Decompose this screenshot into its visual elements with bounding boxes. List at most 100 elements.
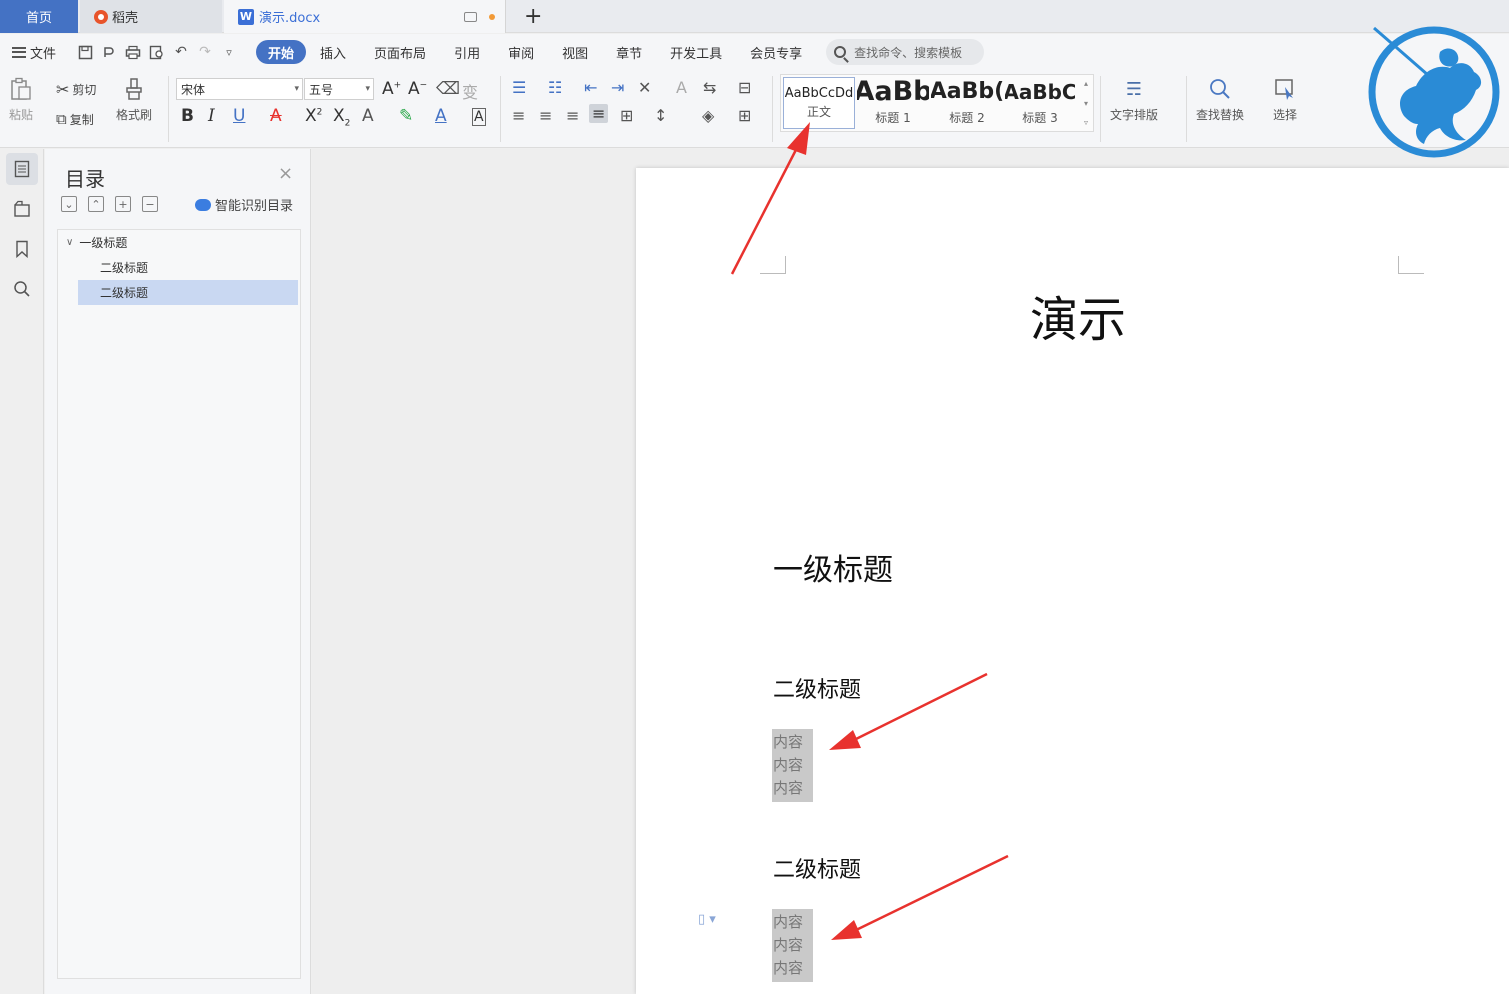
tab-daoke[interactable]: 稻壳 <box>80 0 222 33</box>
superscript-icon[interactable]: X2 <box>305 106 322 126</box>
content-block-highlighted[interactable]: 内容 内容 内容 <box>772 729 813 802</box>
subscript-icon[interactable]: X2 <box>333 106 350 128</box>
select-button[interactable]: 选择 <box>1272 76 1298 123</box>
grow-font-icon[interactable]: A+ <box>382 79 401 99</box>
menu-tab-view[interactable]: 视图 <box>548 40 602 64</box>
command-search-placeholder: 查找命令、搜索模板 <box>854 45 963 60</box>
heading-level2[interactable]: 二级标题 <box>773 852 861 884</box>
content-block-highlighted[interactable]: 内容 内容 内容 <box>772 909 813 982</box>
menu-tab-insert[interactable]: 插入 <box>306 40 360 64</box>
save-icon[interactable] <box>76 43 94 61</box>
cut-button[interactable]: ✂ 剪切 <box>56 80 96 99</box>
menu-tab-member[interactable]: 会员专享 <box>736 40 816 64</box>
align-center-icon[interactable]: ≡ <box>539 106 552 125</box>
heading-level2[interactable]: 二级标题 <box>773 672 861 704</box>
bullet-list-icon[interactable]: ☰ <box>512 78 526 97</box>
find-replace-button[interactable]: 查找替换 <box>1196 76 1244 123</box>
increase-indent-icon[interactable]: ⇥ <box>611 78 624 97</box>
smart-toc-icon <box>195 198 211 211</box>
toc-title: 目录 <box>65 167 105 191</box>
font-size-select[interactable]: 五号 ▾ <box>304 78 374 100</box>
redo-icon[interactable]: ↷ <box>196 43 214 61</box>
chinese-layout-icon[interactable]: ✕ <box>638 78 651 97</box>
bookmark-icon[interactable] <box>6 233 38 265</box>
sort-icon[interactable]: ⇆ <box>703 78 716 97</box>
chapter-nav-icon[interactable] <box>6 193 38 225</box>
toc-panel-icon[interactable] <box>6 153 38 185</box>
menu-tab-layout[interactable]: 页面布局 <box>360 40 440 64</box>
menu-tab-developer[interactable]: 开发工具 <box>656 40 736 64</box>
style-normal-name: 正文 <box>806 105 831 119</box>
highlight-icon[interactable]: ✎ <box>399 106 413 126</box>
strikethrough-icon[interactable]: A <box>270 106 282 126</box>
font-name-select[interactable]: 宋体 ▾ <box>176 78 303 100</box>
justify-icon[interactable]: ≡ <box>589 104 609 123</box>
smart-toc-button[interactable]: 智能识别目录 <box>195 195 293 214</box>
menu-tab-start[interactable]: 开始 <box>256 40 307 64</box>
print-preview-icon[interactable] <box>148 43 166 61</box>
print-icon[interactable] <box>124 43 142 61</box>
customize-toolbar-icon[interactable]: ▿ <box>220 43 238 61</box>
clear-format-icon[interactable]: ⌫ <box>436 79 460 99</box>
toc-entry-level2[interactable]: 二级标题 <box>100 255 290 280</box>
bold-icon[interactable]: B <box>181 106 194 126</box>
style-heading-2[interactable]: AaBb( 标题 2 <box>931 77 1003 129</box>
style-heading-3[interactable]: AaBbC 标题 3 <box>1005 77 1075 129</box>
show-marks-icon[interactable]: ⊟ <box>738 78 751 97</box>
new-tab-button[interactable]: + <box>516 0 548 33</box>
style-normal[interactable]: AaBbCcDd 正文 <box>783 77 855 129</box>
font-color-icon[interactable]: A <box>435 106 447 126</box>
find-icon[interactable] <box>6 273 38 305</box>
distribute-icon[interactable]: ⊞ <box>620 106 633 125</box>
numbered-list-icon[interactable]: ☷ <box>548 78 562 97</box>
shrink-font-icon[interactable]: A− <box>408 79 427 99</box>
command-search[interactable]: 查找命令、搜索模板 <box>826 39 985 65</box>
menu-tab-chapter[interactable]: 章节 <box>602 40 656 64</box>
borders-icon[interactable]: ⊞ <box>738 106 751 125</box>
add-entry-icon[interactable]: + <box>115 196 131 212</box>
close-icon[interactable]: × <box>278 163 293 184</box>
menu-tab-references[interactable]: 引用 <box>440 40 494 64</box>
copy-label: 复制 <box>69 112 94 127</box>
paste-button[interactable]: 粘贴 <box>8 76 34 123</box>
menu-row: 文件 ↶ ↷ ▿ 开始 插入 页面布局 引用 审阅 视图 章节 开发工具 会员专… <box>0 34 1509 70</box>
undo-icon[interactable]: ↶ <box>172 43 190 61</box>
toc-entry-level2-selected[interactable]: 二级标题 <box>78 280 298 305</box>
margin-corner-mark <box>760 256 786 274</box>
document-title[interactable]: 演示 <box>1030 280 1126 350</box>
chevron-down-icon: ▾ <box>294 84 299 94</box>
paragraph-handle-icon[interactable]: ▯ ▾ <box>698 912 716 927</box>
text-effect-icon[interactable]: A <box>362 106 374 126</box>
phonetic-icon[interactable]: 变 <box>462 79 478 103</box>
toc-entry-level1[interactable]: ∨ 一级标题 <box>66 230 292 255</box>
collapse-icon[interactable]: ⌄ <box>61 196 77 212</box>
menu-tab-review[interactable]: 审阅 <box>494 40 548 64</box>
file-menu[interactable]: 文件 <box>12 43 56 62</box>
underline-icon[interactable]: U <box>233 106 245 126</box>
select-label: 选择 <box>1272 108 1297 122</box>
toc-entry-label: 二级标题 <box>100 261 149 275</box>
content-line: 内容 <box>773 733 804 751</box>
line-spacing-icon[interactable]: ↕ <box>654 106 667 125</box>
styles-scroll[interactable]: ▴ ▾ ▿ <box>1081 79 1091 127</box>
file-menu-label: 文件 <box>30 46 57 62</box>
decrease-indent-icon[interactable]: ⇤ <box>584 78 597 97</box>
tab-home[interactable]: 首页 <box>0 0 78 33</box>
tab-document[interactable]: W 演示.docx <box>224 0 506 33</box>
expand-up-icon[interactable]: ⌃ <box>88 196 104 212</box>
italic-icon[interactable]: I <box>208 106 215 126</box>
align-left-icon[interactable]: ≡ <box>512 106 525 125</box>
export-icon[interactable] <box>100 43 118 61</box>
remove-entry-icon[interactable]: − <box>142 196 158 212</box>
align-right-icon[interactable]: ≡ <box>566 106 579 125</box>
shading-icon[interactable]: ◈ <box>702 106 714 125</box>
heading-level1[interactable]: 一级标题 <box>773 545 893 589</box>
text-layout-button[interactable]: ☴ 文字排版 <box>1110 76 1158 123</box>
copy-button[interactable]: ⧉ 复制 <box>56 110 94 128</box>
text-direction-icon[interactable]: A <box>676 78 687 97</box>
format-painter-button[interactable]: 格式刷 <box>116 76 152 123</box>
char-border-icon[interactable]: A <box>472 108 486 126</box>
screen-icon[interactable] <box>464 11 477 22</box>
ribbon: 粘贴 ✂ 剪切 ⧉ 复制 格式刷 宋体 ▾ 五号 ▾ A+ A− ⌫ 变 B I… <box>0 70 1509 148</box>
style-heading-1[interactable]: AaBb 标题 1 <box>857 77 929 129</box>
